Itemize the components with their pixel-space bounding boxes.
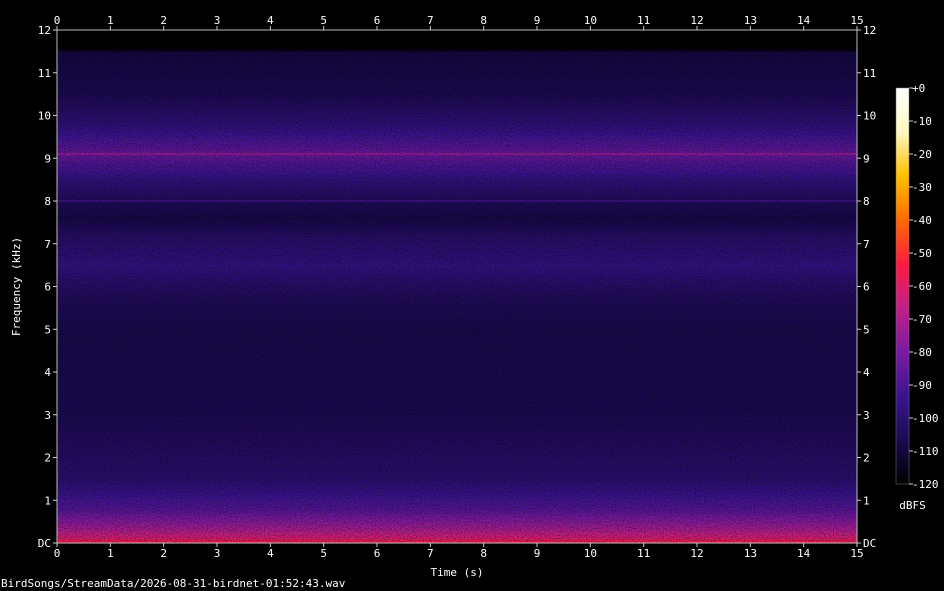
x-tick-label-top: 13: [744, 14, 757, 27]
x-tick-label-top: 15: [850, 14, 863, 27]
y-tick-label-right: 8: [863, 195, 870, 208]
y-tick-label-right: 2: [863, 452, 870, 465]
x-tick-label-top: 5: [320, 14, 327, 27]
colorbar-tick-label: -70: [912, 313, 932, 326]
y-axis-left-ticks: DC123456789101112: [38, 24, 57, 550]
x-axis-bottom-ticks: 0 1 2 3 4 5 6 7 8 9 10 11 12 13 14 15: [54, 543, 864, 560]
x-tick-label: 15: [850, 547, 863, 560]
y-tick-label: 2: [44, 452, 51, 465]
colorbar-tick-label: -50: [912, 247, 932, 260]
x-tick-label: 9: [534, 547, 541, 560]
colorbar-tick-label: -120: [912, 478, 939, 491]
y-tick-label-right: 7: [863, 238, 870, 251]
x-tick-label: 6: [374, 547, 381, 560]
y-tick-label: 11: [38, 67, 51, 80]
colorbar-tick-label: -100: [912, 412, 939, 425]
y-tick-label-right: DC: [863, 537, 876, 550]
x-tick-label: 10: [584, 547, 597, 560]
colorbar-tick-label: -10: [912, 115, 932, 128]
y-tick-label: 12: [38, 24, 51, 37]
x-tick-label: 14: [797, 547, 811, 560]
colorbar-ticks: +0 -10 -20 -30 -40 -50 -60 -70 -80 -90 -100 -110 -12…: [909, 82, 939, 491]
x-tick-label-top: 7: [427, 14, 434, 27]
y-tick-label: 6: [44, 281, 51, 294]
y-tick-label: 10: [38, 110, 51, 123]
x-tick-label: 13: [744, 547, 757, 560]
x-tick-label-top: 6: [374, 14, 381, 27]
x-axis-label: Time (s): [431, 566, 484, 579]
x-tick-label-top: 14: [797, 14, 811, 27]
colorbar-tick-label: -30: [912, 181, 932, 194]
y-tick-label-right: 12: [863, 24, 876, 37]
y-tick-label: 4: [44, 366, 51, 379]
y-tick-label-right: 9: [863, 152, 870, 165]
x-tick-label: 1: [107, 547, 114, 560]
y-tick-label-right: 11: [863, 67, 876, 80]
colorbar-tick-label: -110: [912, 445, 939, 458]
colorbar-tick-label: -60: [912, 280, 932, 293]
y-tick-label-right: 5: [863, 323, 870, 336]
x-axis-top-ticks: 0 1 2 3 4 5 6 7 8 9 10 11 12 13 14 15: [54, 14, 864, 30]
colorbar-tick-label: -90: [912, 379, 932, 392]
x-tick-label: 3: [214, 547, 221, 560]
y-tick-label: 1: [44, 494, 51, 507]
y-tick-label-right: 6: [863, 281, 870, 294]
x-tick-label-top: 11: [637, 14, 650, 27]
y-tick-label: 5: [44, 323, 51, 336]
y-tick-label-right: 3: [863, 409, 870, 422]
spectrogram-noise-texture: [57, 30, 857, 543]
noise-overlay: [57, 30, 857, 543]
x-tick-label-top: 1: [107, 14, 114, 27]
y-tick-label-right: 4: [863, 366, 870, 379]
x-tick-label-top: 4: [267, 14, 274, 27]
x-tick-label: 0: [54, 547, 61, 560]
x-tick-label-top: 3: [214, 14, 221, 27]
colorbar-tick-label: -40: [912, 214, 932, 227]
colorbar-tick-label: +0: [912, 82, 925, 95]
x-tick-label-top: 12: [690, 14, 703, 27]
y-axis-right-ticks: DC123456789101112: [857, 24, 876, 550]
y-tick-label-right: 10: [863, 110, 876, 123]
colorbar-label: dBFS: [899, 499, 926, 512]
y-tick-label: 8: [44, 195, 51, 208]
x-tick-label: 11: [637, 547, 650, 560]
x-tick-label: 2: [160, 547, 167, 560]
y-axis-label: Frequency (kHz): [10, 237, 23, 336]
colorbar: [895, 87, 910, 485]
y-tick-label-right: 1: [863, 494, 870, 507]
y-tick-label: 9: [44, 152, 51, 165]
y-tick-label: DC: [38, 537, 51, 550]
x-tick-label: 12: [690, 547, 703, 560]
colorbar-tick-label: -20: [912, 148, 932, 161]
colorbar-tick-label: -80: [912, 346, 932, 359]
x-tick-label: 8: [480, 547, 487, 560]
x-tick-label-top: 9: [534, 14, 541, 27]
spectrogram-chart: 0 1 2 3 4 5 6 7 8 9 10 11 12 13 14 15 0 1 2 3 4 5 6 7 8 9 10 11 12 1…: [10, 14, 939, 579]
x-tick-label-top: 10: [584, 14, 597, 27]
filename-label: BirdSongs/StreamData/2026-08-31-birdnet-…: [1, 577, 346, 590]
x-tick-label: 5: [320, 547, 327, 560]
x-tick-label-top: 8: [480, 14, 487, 27]
y-tick-label: 7: [44, 238, 51, 251]
y-tick-label: 3: [44, 409, 51, 422]
x-tick-label-top: 0: [54, 14, 61, 27]
x-tick-label: 7: [427, 547, 434, 560]
x-tick-label: 4: [267, 547, 274, 560]
x-tick-label-top: 2: [160, 14, 167, 27]
